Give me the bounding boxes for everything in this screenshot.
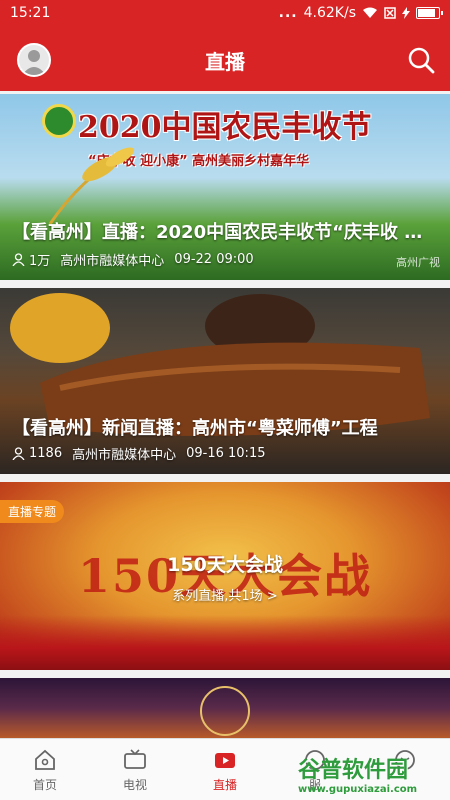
- red-ribbon: [0, 615, 450, 670]
- tv-icon: [124, 749, 146, 769]
- live-card[interactable]: 【看高州】新闻直播：高州市“粤菜师傅”工程 1186 高州市融媒体中心 09-1…: [0, 288, 450, 474]
- home-icon: [35, 749, 55, 770]
- card-source: 高州市融媒体中心: [72, 448, 177, 463]
- nav-home[interactable]: 首页: [0, 739, 90, 800]
- person-icon: [12, 253, 25, 266]
- nav-live-label: 直播: [212, 778, 237, 792]
- watermark-url: www.gupuxiazai.com: [298, 784, 418, 795]
- card-source: 高州市融媒体中心: [60, 254, 165, 269]
- card-title: 【看高州】新闻直播：高州市“粤菜师傅”工程: [12, 418, 378, 439]
- card-time: 09-16 10:15: [186, 446, 266, 461]
- search-icon: [408, 47, 435, 74]
- topic-title: 150天大会战: [167, 554, 283, 576]
- network-speed: 4.62K/s: [303, 5, 356, 21]
- status-dots: ...: [278, 5, 298, 21]
- person-icon: [12, 447, 25, 460]
- nav-live[interactable]: 直播: [180, 739, 270, 800]
- charging-icon: [402, 7, 410, 19]
- live-icon: [215, 753, 235, 768]
- topic-subtitle[interactable]: 系列直播,共1场 >: [0, 585, 450, 604]
- nav-tv[interactable]: 电视: [90, 739, 180, 800]
- live-card[interactable]: [0, 678, 450, 738]
- battery-fill: [418, 9, 436, 17]
- status-bar: 15:21 ... 4.62K/s: [0, 0, 450, 28]
- signal-x-icon: [384, 7, 396, 19]
- card-time: 09-22 09:00: [174, 252, 254, 267]
- nav-home-label: 首页: [32, 778, 57, 792]
- page-title: 直播: [205, 50, 245, 74]
- viewer-count-value: 1186: [29, 446, 63, 461]
- viewer-count: 1万: [12, 250, 50, 269]
- nav-tv-label: 电视: [122, 778, 147, 792]
- app-header: 直播: [0, 28, 450, 91]
- channel-watermark: 高州广视: [396, 256, 440, 269]
- card-meta: 1万 高州市融媒体中心 09-22 09:00: [12, 250, 254, 269]
- wheat-illustration: [48, 147, 135, 225]
- card-title: 【看高州】直播：2020中国农民丰收节“庆丰收 迎小康”高州美丽乡村嘉年华: [12, 222, 438, 243]
- viewer-count-value: 1万: [29, 254, 51, 269]
- viewer-count: 1186: [12, 446, 62, 461]
- battery-icon: [416, 7, 443, 19]
- topic-tag: 直播专题: [0, 500, 65, 523]
- moon-emblem: [200, 686, 250, 736]
- card-meta: 1186 高州市融媒体中心 09-16 10:15: [12, 444, 265, 463]
- wifi-icon: [363, 7, 377, 18]
- topic-card[interactable]: 直播专题 150天大会战 150天大会战 系列直播,共1场 >: [0, 482, 450, 670]
- live-card[interactable]: 2020中国农民丰收节 “庆丰收 迎小康” 高州美丽乡村嘉年华 【看高州】直播：…: [0, 94, 450, 280]
- site-watermark: 谷普软件园 www.gupuxiazai.com: [298, 752, 446, 798]
- status-time: 15:21: [10, 5, 51, 21]
- harvest-logo: [42, 104, 76, 138]
- status-indicators: ... 4.62K/s: [278, 5, 443, 21]
- search-button[interactable]: [406, 45, 436, 75]
- watermark-brand: 谷普软件园: [298, 758, 409, 783]
